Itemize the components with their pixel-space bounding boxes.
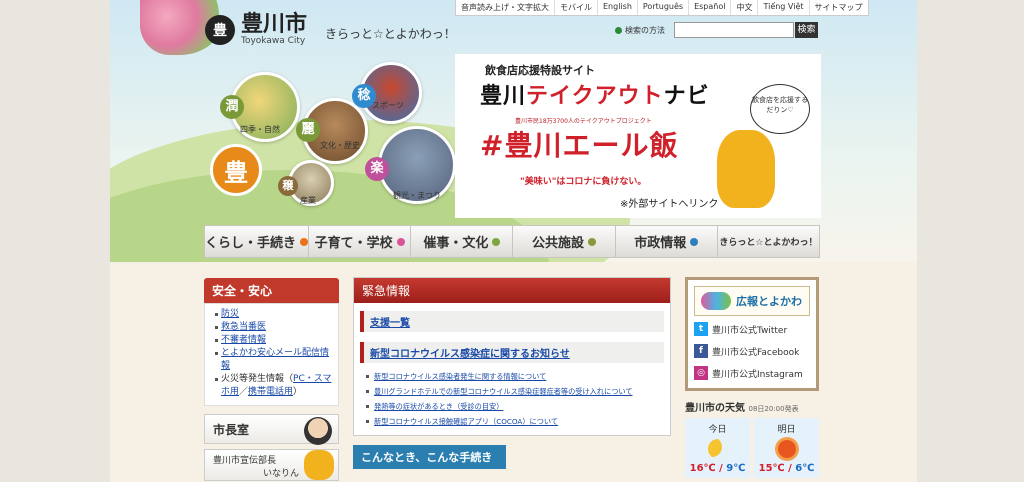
hero-industry-badge: 穣 <box>278 176 298 196</box>
instagram-icon: ◎ <box>694 366 708 380</box>
util-link-chinese[interactable]: 中文 <box>730 0 757 15</box>
instagram-link[interactable]: ◎ 豊川市公式Instagram <box>694 364 810 382</box>
arrow-icon <box>690 237 699 246</box>
list-item[interactable]: 救急当番医 <box>215 321 332 334</box>
list-item[interactable]: 発熱等の症状があるとき（受診の目安） <box>366 399 664 414</box>
arrow-icon <box>396 237 405 246</box>
nav-kiratto[interactable]: きらっと☆とよかわっ！ <box>716 226 819 257</box>
nav-city-admin[interactable]: 市政情報 <box>614 226 717 257</box>
main-column: 緊急情報 支援一覧 新型コロナウイルス感染症に関するお知らせ 新型コロナウイルス… <box>353 277 671 469</box>
util-link-mobile[interactable]: モバイル <box>554 0 597 15</box>
list-item[interactable]: 豊川グランドホテルでの新型コロナウイルス感染症軽症者等の受け入れについて <box>366 384 664 399</box>
list-item[interactable]: 防災 <box>215 308 332 321</box>
site-tagline: きらっと☆とよかわっ！ <box>325 27 456 41</box>
page: 豊 豊川市 Toyokawa City きらっと☆とよかわっ！ 音声読み上げ・文… <box>110 0 917 482</box>
util-link-vietnamese[interactable]: Tiếng Việt <box>757 0 808 15</box>
pr-box: 広報とよかわ t 豊川市公式Twitter f 豊川市公式Facebook ◎ 豊川市… <box>685 277 819 391</box>
util-link-english[interactable]: English <box>597 0 637 15</box>
hero-nature-label: 四季・自然 <box>240 125 280 134</box>
banner-top-text: 飲食店応援特設サイト <box>485 64 595 77</box>
weather-tomorrow: 明日 15℃ / 6℃ <box>754 418 819 478</box>
corona-heading: 新型コロナウイルス感染症に関するお知らせ <box>360 342 664 363</box>
arrow-icon <box>492 237 501 246</box>
weather-today: 今日 16℃ / 9℃ <box>685 418 750 478</box>
corona-list: 新型コロナウイルス感染者発生に関する情報について 豊川グランドホテルでの新型コロ… <box>366 369 664 429</box>
hero-industry-label: 産業 <box>300 196 316 205</box>
global-nav: くらし・手続き 子育て・学校 催事・文化 公共施設 市政情報 きらっと☆とよかわ… <box>204 225 820 258</box>
util-link-portuguese[interactable]: Português <box>636 0 688 15</box>
takeout-banner[interactable]: 飲食店応援特設サイト 豊川テイクアウトナビ 豊川市民18万3700人のテイクアウ… <box>455 54 821 218</box>
bullet-icon <box>615 27 622 34</box>
search-help-link[interactable]: 検索の方法 <box>615 25 665 36</box>
city-emblem-icon: 豊 <box>205 15 235 45</box>
util-link-voice[interactable]: 音声読み上げ・文字拡大 <box>456 0 554 15</box>
nav-facilities[interactable]: 公共施設 <box>512 226 614 257</box>
procedures-heading: こんなとき、こんな手続き <box>353 445 507 469</box>
search-input[interactable] <box>674 22 794 38</box>
site-logo[interactable]: 豊 豊川市 Toyokawa City <box>205 14 307 46</box>
emergency-box: 緊急情報 支援一覧 新型コロナウイルス感染症に関するお知らせ 新型コロナウイルス… <box>353 277 671 436</box>
list-item[interactable]: 新型コロナウイルス接触確認アプリ（COCOA）について <box>366 414 664 429</box>
banner-title: 豊川テイクアウトナビ <box>480 84 710 109</box>
twitter-link[interactable]: t 豊川市公式Twitter <box>694 320 810 338</box>
hero-nature-badge: 潤 <box>220 95 244 119</box>
nav-events[interactable]: 催事・文化 <box>410 226 512 257</box>
safety-heading: 安全・安心 <box>204 278 339 303</box>
twitter-icon: t <box>694 322 708 336</box>
nav-living[interactable]: くらし・手続き <box>205 226 309 257</box>
speech-bubble: 飲食店を応援するだりン♡ <box>750 84 810 134</box>
list-item[interactable]: 不審者情報 <box>215 334 332 347</box>
support-link[interactable]: 支援一覧 <box>370 318 410 329</box>
banner-tagline: "美味い"はコロナに負けない。 <box>520 177 647 187</box>
sun-icon <box>777 440 796 458</box>
weather-panel: 今日 16℃ / 9℃ 明日 15℃ / 6℃ <box>685 418 819 478</box>
nav-childcare[interactable]: 子育て・学校 <box>308 226 410 257</box>
list-item[interactable]: 新型コロナウイルス感染者発生に関する情報について <box>366 369 664 384</box>
support-heading: 支援一覧 <box>360 311 664 332</box>
facebook-icon: f <box>694 344 708 358</box>
hero-culture-badge: 麗 <box>296 118 320 142</box>
search-button[interactable]: 検索 <box>795 22 818 38</box>
hero-main-badge[interactable]: 豊 <box>210 144 262 196</box>
moon-icon <box>707 439 728 459</box>
weather-time: 08日20:00発表 <box>748 405 799 413</box>
corona-link[interactable]: 新型コロナウイルス感染症に関するお知らせ <box>370 349 570 360</box>
weather-heading: 豊川市の天気 08日20:00発表 <box>685 403 799 414</box>
emergency-heading: 緊急情報 <box>354 278 670 303</box>
util-link-spanish[interactable]: Español <box>688 0 730 15</box>
fire-mobile-link[interactable]: 携帯電話用 <box>248 387 293 397</box>
util-link-sitemap[interactable]: サイトマップ <box>808 0 868 15</box>
arrow-icon <box>588 237 597 246</box>
mayor-office-link[interactable]: 市長室 <box>204 414 339 445</box>
utility-bar: 音声読み上げ・文字拡大 モバイル English Português Españ… <box>455 0 869 16</box>
mayor-photo <box>304 417 332 445</box>
safety-list: 防災 救急当番医 不審者情報 とよかわ安心メール配信情報 火災等発生情報（PC・… <box>204 303 339 406</box>
right-sidebar: 広報とよかわ t 豊川市公式Twitter f 豊川市公式Facebook ◎ 豊川市… <box>685 277 819 478</box>
list-item: 火災等発生情報（PC・スマホ用／携帯電話用） <box>215 373 332 399</box>
list-item[interactable]: とよかわ安心メール配信情報 <box>215 347 332 373</box>
arrow-icon <box>300 237 309 246</box>
mascot-image <box>717 130 775 208</box>
hero-tourism-badge: 楽 <box>365 157 389 181</box>
facebook-link[interactable]: f 豊川市公式Facebook <box>694 342 810 360</box>
pr-logo-icon <box>701 292 731 310</box>
site-romaji: Toyokawa City <box>241 36 306 46</box>
site-name: 豊川市 <box>241 12 308 37</box>
left-sidebar: 安全・安心 防災 救急当番医 不審者情報 とよかわ安心メール配信情報 火災等発生… <box>204 278 339 481</box>
hero-sports-label: スポーツ <box>372 101 404 110</box>
hero-culture-label: 文化・歴史 <box>320 141 360 150</box>
banner-external-note: ※外部サイトへリンク <box>620 199 719 210</box>
hero-tourism-label: 観光・まつり <box>393 191 441 200</box>
pr-chief-link[interactable]: 豊川市宣伝部長 いなりん <box>204 449 339 481</box>
banner-hashtag: #豊川エール飯 <box>480 129 679 162</box>
mascot-image <box>304 450 334 480</box>
pr-link[interactable]: 広報とよかわ <box>694 286 810 316</box>
